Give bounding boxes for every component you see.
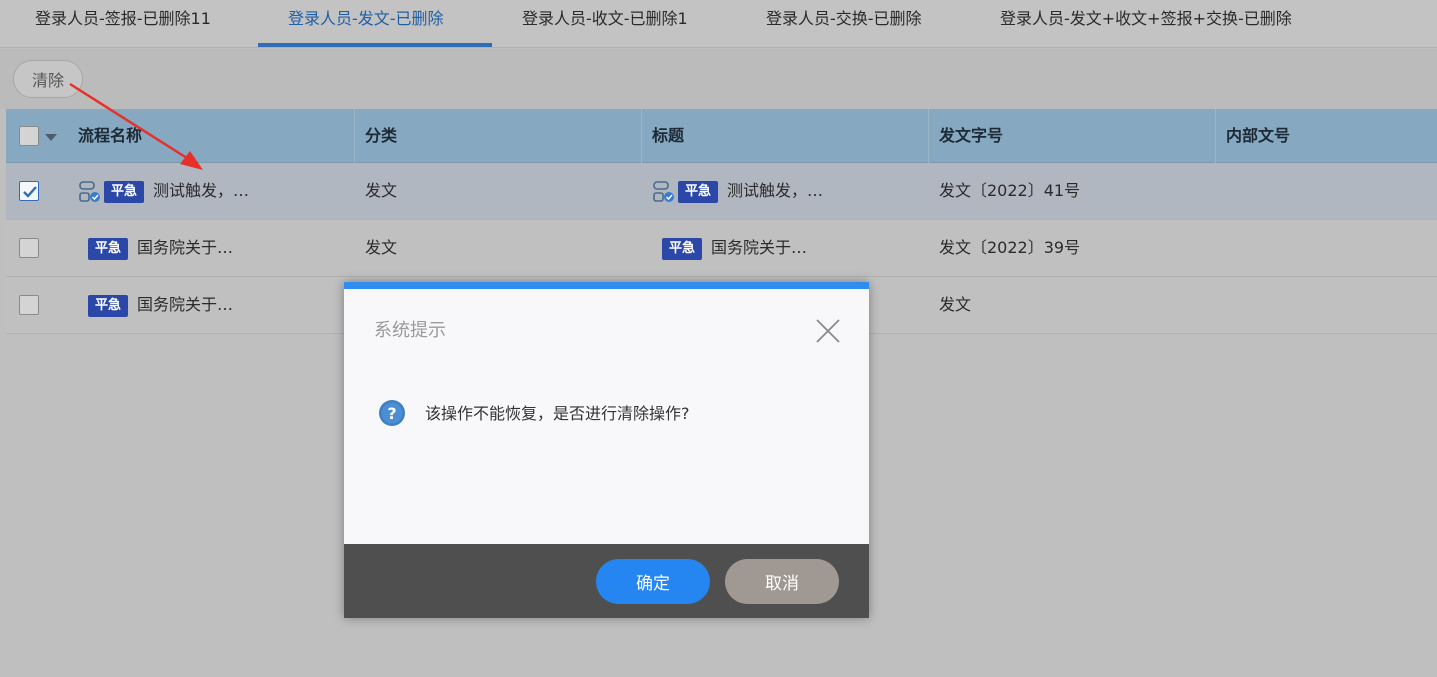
column-header-flow-name[interactable]: 流程名称 bbox=[68, 109, 355, 163]
row-checkbox[interactable] bbox=[19, 238, 39, 258]
svg-text:?: ? bbox=[387, 404, 396, 423]
flow-chart-icon bbox=[79, 180, 100, 202]
table-row[interactable]: 平急 测试触发，… 发文 平急 测试触发，… 发文〔2022〕41号 bbox=[6, 163, 1437, 220]
tab-all-deleted[interactable]: 登录人员-发文+收文+签报+交换-已删除 bbox=[1000, 0, 1292, 48]
caret-down-icon[interactable] bbox=[45, 134, 57, 141]
tab-receive-deleted[interactable]: 登录人员-收文-已删除1 bbox=[522, 0, 688, 48]
flow-name-text[interactable]: 国务院关于… bbox=[137, 295, 233, 314]
flow-name-text[interactable]: 国务院关于… bbox=[137, 238, 233, 257]
title-text[interactable]: 测试触发，… bbox=[727, 181, 823, 200]
urgency-badge: 平急 bbox=[104, 180, 145, 203]
select-all-checkbox[interactable] bbox=[19, 126, 39, 146]
dialog-footer: 确定 取消 bbox=[344, 544, 869, 618]
title-text[interactable]: 国务院关于… bbox=[711, 238, 807, 257]
cell-internal-number bbox=[1216, 220, 1226, 276]
column-header-category[interactable]: 分类 bbox=[355, 109, 642, 163]
clear-button[interactable]: 清除 bbox=[13, 60, 83, 98]
tab-dispatch-deleted[interactable]: 登录人员-发文-已删除 bbox=[288, 0, 444, 48]
row-checkbox[interactable] bbox=[19, 295, 39, 315]
checkmark-icon bbox=[23, 186, 37, 198]
cell-category: 发文 bbox=[365, 181, 398, 200]
urgency-badge: 平急 bbox=[88, 237, 129, 260]
column-header-doc-number[interactable]: 发文字号 bbox=[929, 109, 1216, 163]
cell-doc-number: 发文〔2022〕41号 bbox=[939, 181, 1081, 200]
cell-category: 发文 bbox=[365, 238, 398, 257]
table-row[interactable]: 平急 国务院关于… 发文 平急 国务院关于… 发文〔2022〕39号 bbox=[6, 220, 1437, 277]
dialog-accent-bar bbox=[344, 282, 869, 289]
cell-flow-name: 平急 国务院关于… bbox=[68, 220, 233, 276]
column-header-internal-number[interactable]: 内部文号 bbox=[1216, 109, 1437, 163]
column-header-title[interactable]: 标题 bbox=[642, 109, 929, 163]
urgency-badge: 平急 bbox=[662, 237, 703, 260]
dialog-message: 该操作不能恢复，是否进行清除操作? bbox=[425, 404, 690, 423]
cell-doc-number: 发文 bbox=[939, 295, 972, 314]
tab-exchange-deleted[interactable]: 登录人员-交换-已删除 bbox=[766, 0, 922, 48]
toolbar: 清除 bbox=[0, 49, 1437, 109]
cell-flow-name: 平急 国务院关于… bbox=[68, 277, 233, 333]
cell-flow-name: 平急 测试触发，… bbox=[68, 163, 249, 219]
row-checkbox[interactable] bbox=[19, 181, 39, 201]
confirm-button[interactable]: 确定 bbox=[596, 559, 710, 604]
confirm-dialog: 系统提示 ? 该操作不能恢复，是否进行清除操作? 确定 取消 bbox=[344, 282, 869, 618]
dialog-title: 系统提示 bbox=[374, 320, 446, 341]
urgency-badge: 平急 bbox=[88, 294, 129, 317]
cancel-button[interactable]: 取消 bbox=[725, 559, 839, 604]
tab-bar: 登录人员-签报-已删除11 登录人员-发文-已删除 登录人员-收文-已删除1 登… bbox=[0, 0, 1437, 48]
cell-doc-number: 发文〔2022〕39号 bbox=[939, 238, 1081, 257]
flow-name-text[interactable]: 测试触发，… bbox=[153, 181, 249, 200]
cell-title: 平急 国务院关于… bbox=[642, 220, 807, 276]
question-icon: ? bbox=[379, 400, 405, 426]
cell-title: 平急 测试触发，… bbox=[642, 163, 823, 219]
flow-chart-icon bbox=[653, 180, 674, 202]
urgency-badge: 平急 bbox=[678, 180, 719, 203]
grid-header: 流程名称 分类 标题 发文字号 内部文号 bbox=[6, 109, 1437, 163]
cell-internal-number bbox=[1216, 163, 1226, 219]
tab-sign-deleted[interactable]: 登录人员-签报-已删除11 bbox=[35, 0, 211, 48]
cell-internal-number bbox=[1216, 277, 1226, 333]
active-tab-indicator bbox=[258, 43, 492, 47]
close-icon[interactable] bbox=[813, 316, 843, 346]
